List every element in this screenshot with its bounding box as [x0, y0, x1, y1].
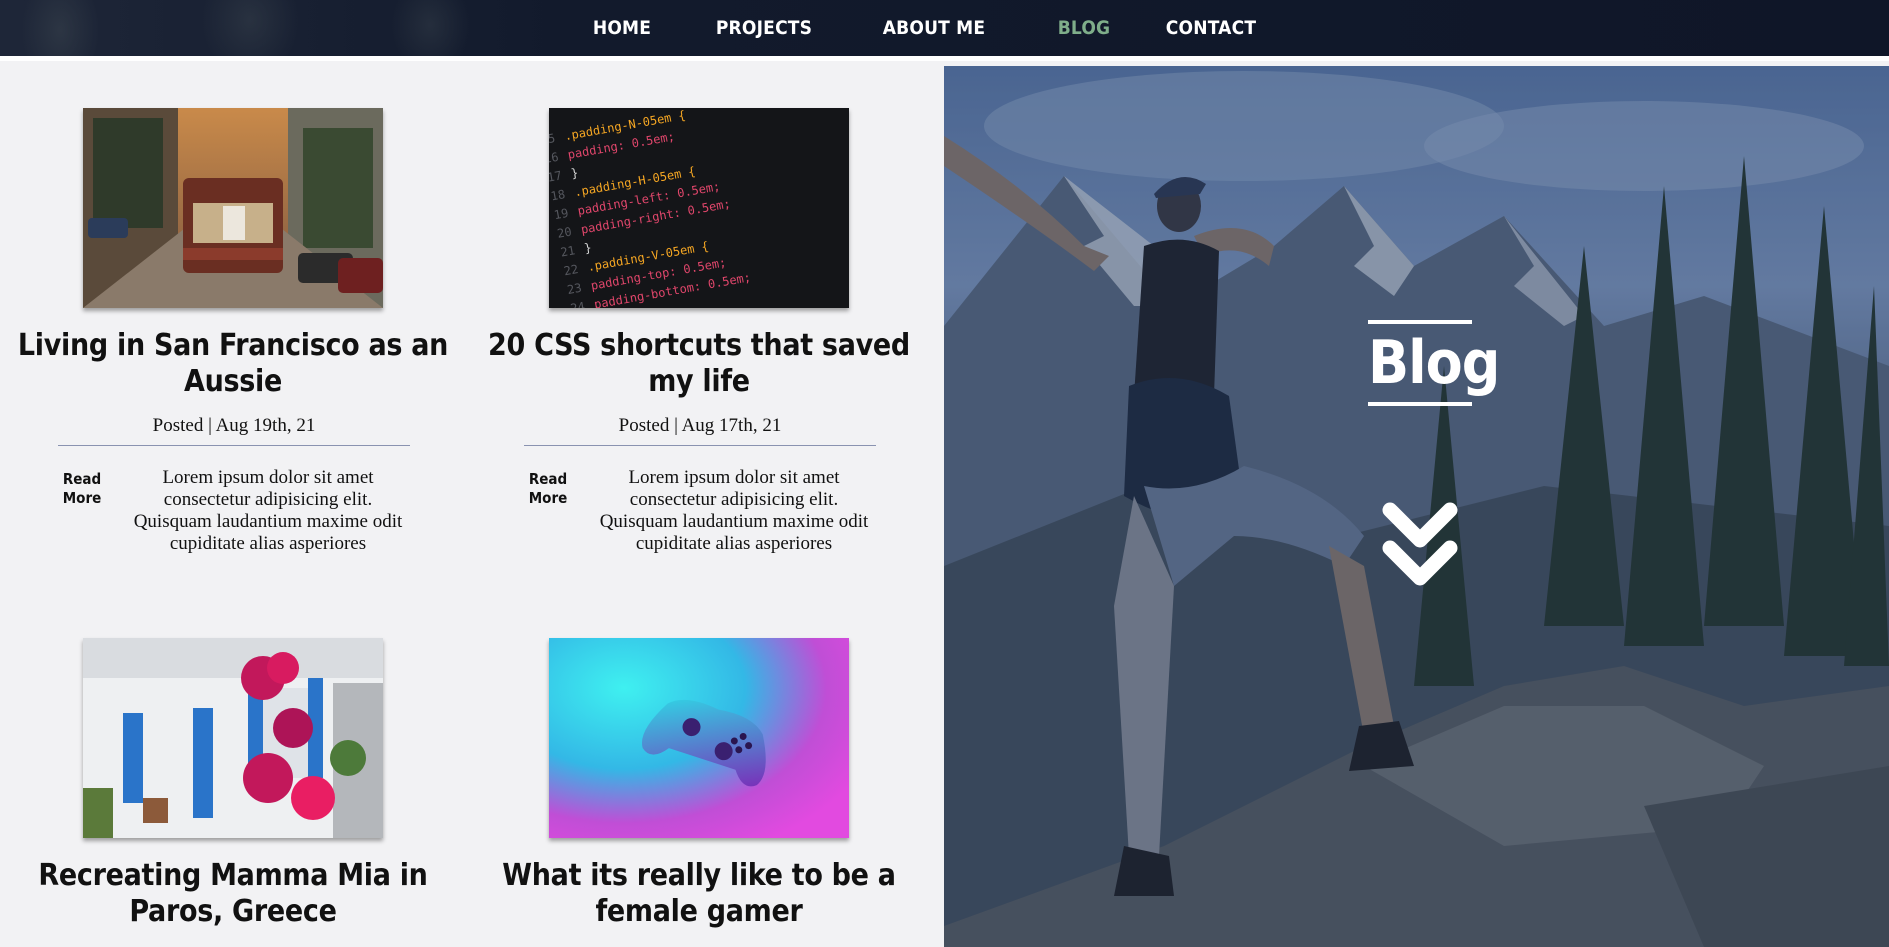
nav-links: HOME PROJECTS ABOUT ME BLOG CONTACT — [560, 0, 1278, 56]
nav-contact-link[interactable]: CONTACT — [1144, 17, 1278, 39]
code-line-number: 22 — [563, 262, 580, 278]
hero-banner: Blog — [944, 66, 1889, 947]
post-excerpt: Lorem ipsum dolor sit amet consectetur a… — [599, 467, 869, 554]
post-thumbnail-gamer[interactable] — [549, 638, 849, 838]
game-controller-image — [549, 638, 849, 838]
read-more-link[interactable]: Read More — [528, 470, 568, 508]
post-title[interactable]: Recreating Mamma Mia in Paros, Greece — [0, 858, 466, 930]
code-line-number: 17 — [549, 168, 563, 184]
post-thumbnail-cable-car[interactable] — [83, 108, 383, 308]
nav-home-link[interactable]: HOME — [560, 17, 684, 39]
code-line-number: 18 — [550, 187, 567, 203]
code-line-number: 24 — [569, 299, 586, 308]
code-line-number: 23 — [566, 281, 583, 297]
greek-house-image — [83, 638, 383, 838]
nav-blog-link[interactable]: BLOG — [1024, 17, 1144, 39]
nav-projects-link[interactable]: PROJECTS — [684, 17, 844, 39]
post-date: Posted | Aug 17th, 21 — [524, 415, 876, 446]
code-line-number: 20 — [556, 225, 573, 241]
code-line-number: 19 — [553, 206, 570, 222]
post-excerpt: Lorem ipsum dolor sit amet consectetur a… — [133, 467, 403, 554]
post-title[interactable]: What its really like to be a female game… — [466, 858, 932, 930]
post-thumbnail-css-code[interactable]: 15 .padding-N-05em {16 padding: 0.5em; 17}… — [549, 108, 849, 308]
double-chevron-down-icon[interactable] — [1380, 498, 1460, 598]
post-thumbnail-paros[interactable] — [83, 638, 383, 838]
hero-title: Blog — [1368, 320, 1500, 406]
nav-about-link[interactable]: ABOUT ME — [844, 17, 1024, 39]
post-date: Posted | Aug 19th, 21 — [58, 415, 410, 446]
blog-posts-grid: Living in San Francisco as an Aussie Pos… — [0, 61, 944, 947]
top-navbar: HOME PROJECTS ABOUT ME BLOG CONTACT — [0, 0, 1889, 61]
read-more-link[interactable]: Read More — [62, 470, 102, 508]
cable-car-street-image — [83, 108, 383, 308]
nav-background-trees — [0, 0, 600, 56]
code-line-number: 21 — [559, 243, 576, 259]
css-code-image: 15 .padding-N-05em {16 padding: 0.5em;17}… — [549, 108, 849, 308]
post-title[interactable]: Living in San Francisco as an Aussie — [0, 328, 466, 400]
post-title[interactable]: 20 CSS shortcuts that saved my life — [466, 328, 932, 400]
